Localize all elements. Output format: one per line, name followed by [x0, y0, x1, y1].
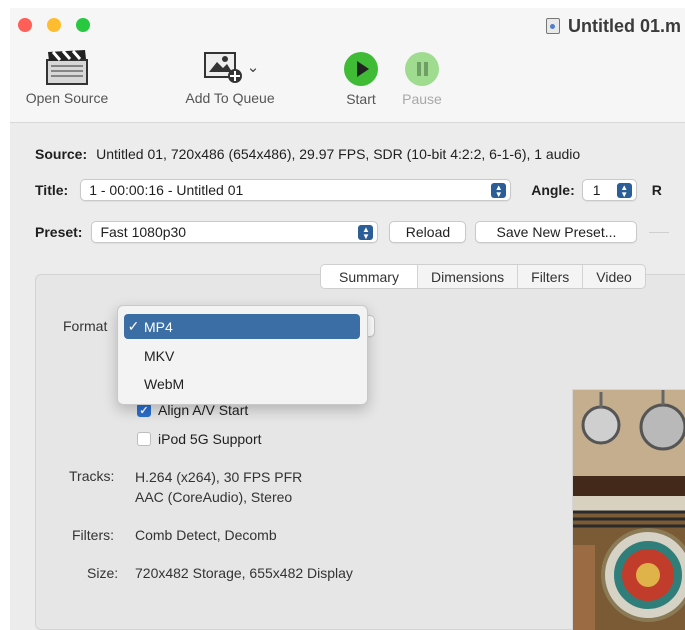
- minimize-window-button[interactable]: [47, 18, 61, 32]
- preview-image: [573, 390, 685, 630]
- checkmark-icon: ✓: [127, 318, 140, 334]
- checkbox-checked-icon[interactable]: ✓: [137, 403, 151, 417]
- format-option-label: MP4: [144, 318, 173, 335]
- source-row: Source: Untitled 01, 720x486 (654x486), …: [35, 146, 580, 162]
- save-new-preset-label: Save New Preset...: [496, 224, 617, 240]
- add-to-queue-label: Add To Queue: [185, 90, 275, 106]
- window-title-area: Untitled 01.m: [546, 14, 681, 38]
- handbrake-window: Untitled 01.m Open Source ⌄ Add To Queue…: [10, 8, 685, 630]
- reload-button[interactable]: Reload: [389, 221, 467, 243]
- start-button[interactable]: Start: [331, 51, 391, 107]
- tab-summary[interactable]: Summary: [321, 265, 418, 288]
- format-option-label: MKV: [144, 347, 175, 364]
- format-label: Format: [63, 318, 108, 334]
- ipod-5g-support-label: iPod 5G Support: [158, 431, 262, 447]
- zoom-window-button[interactable]: [76, 18, 90, 32]
- format-option-mp4[interactable]: ✓ MP4: [124, 314, 360, 339]
- title-row: Title: 1 - 00:00:16 - Untitled 01 ▲ ▼ Ang…: [35, 179, 662, 201]
- format-option-label: WebM: [144, 375, 185, 392]
- source-value: Untitled 01, 720x486 (654x486), 29.97 FP…: [96, 146, 581, 162]
- checkbox-unchecked-icon[interactable]: [137, 432, 151, 446]
- reload-label: Reload: [405, 224, 451, 240]
- document-icon: [546, 18, 560, 34]
- angle-select[interactable]: 1 ▲ ▼: [581, 179, 637, 201]
- tracks-value: H.264 (x264), 30 FPS PFR AAC (CoreAudio)…: [135, 467, 302, 507]
- title-select-value: 1 - 00:00:16 - Untitled 01: [89, 182, 244, 198]
- filters-value: Comb Detect, Decomb: [135, 527, 277, 543]
- clapperboard-icon: [46, 50, 88, 85]
- tab-filters[interactable]: Filters: [518, 265, 584, 288]
- add-to-queue-button[interactable]: ⌄ Add To Queue: [175, 48, 285, 106]
- pause-label: Pause: [402, 91, 442, 107]
- title-select[interactable]: 1 - 00:00:16 - Untitled 01 ▲ ▼: [80, 179, 512, 201]
- play-icon: [344, 52, 378, 86]
- format-option-webm[interactable]: WebM: [124, 371, 360, 396]
- add-photo-icon: [203, 52, 242, 83]
- tracks-label: Tracks:: [69, 468, 115, 484]
- preset-label: Preset:: [35, 224, 83, 240]
- format-dropdown-menu: ✓ MP4 MKV WebM: [117, 305, 368, 405]
- pause-icon: [405, 52, 439, 86]
- chevron-down-icon[interactable]: ⌄: [247, 58, 260, 76]
- close-window-button[interactable]: [18, 18, 32, 32]
- format-option-mkv[interactable]: MKV: [124, 343, 360, 368]
- angle-chevrons-icon: ▲ ▼: [616, 183, 632, 198]
- window-title: Untitled 01.m: [568, 15, 682, 36]
- filters-label: Filters:: [72, 527, 114, 543]
- preset-row: Preset: Fast 1080p30 ▲ ▼ Reload Save New …: [35, 221, 670, 243]
- video-track: H.264 (x264), 30 FPS PFR: [135, 469, 303, 485]
- size-label: Size:: [87, 565, 119, 581]
- preset-select-value: Fast 1080p30: [100, 224, 187, 240]
- save-new-preset-button[interactable]: Save New Preset...: [475, 221, 638, 243]
- angle-label: Angle:: [531, 182, 575, 198]
- tab-bar: Summary Dimensions Filters Video: [320, 264, 646, 289]
- open-source-button[interactable]: Open Source: [15, 48, 119, 106]
- tab-video[interactable]: Video: [583, 265, 645, 288]
- source-label: Source:: [35, 146, 88, 162]
- angle-select-value: 1: [592, 182, 601, 198]
- select-chevrons-icon: ▲ ▼: [491, 183, 507, 198]
- preview-thumbnail[interactable]: [572, 389, 685, 630]
- title-label: Title:: [35, 182, 69, 198]
- preset-chevrons-icon: ▲ ▼: [358, 225, 374, 240]
- tab-dimensions[interactable]: Dimensions: [418, 265, 519, 288]
- toolbar: Untitled 01.m Open Source ⌄ Add To Queue…: [10, 8, 685, 123]
- preset-divider: [649, 231, 670, 233]
- start-label: Start: [346, 91, 376, 107]
- ipod-5g-support-option[interactable]: iPod 5G Support: [137, 431, 262, 447]
- open-source-label: Open Source: [25, 90, 109, 106]
- preset-select[interactable]: Fast 1080p30 ▲ ▼: [91, 221, 379, 243]
- pause-button[interactable]: Pause: [392, 51, 452, 107]
- range-label: R: [651, 182, 662, 198]
- audio-track: AAC (CoreAudio), Stereo: [135, 489, 293, 505]
- size-value: 720x482 Storage, 655x482 Display: [135, 565, 353, 581]
